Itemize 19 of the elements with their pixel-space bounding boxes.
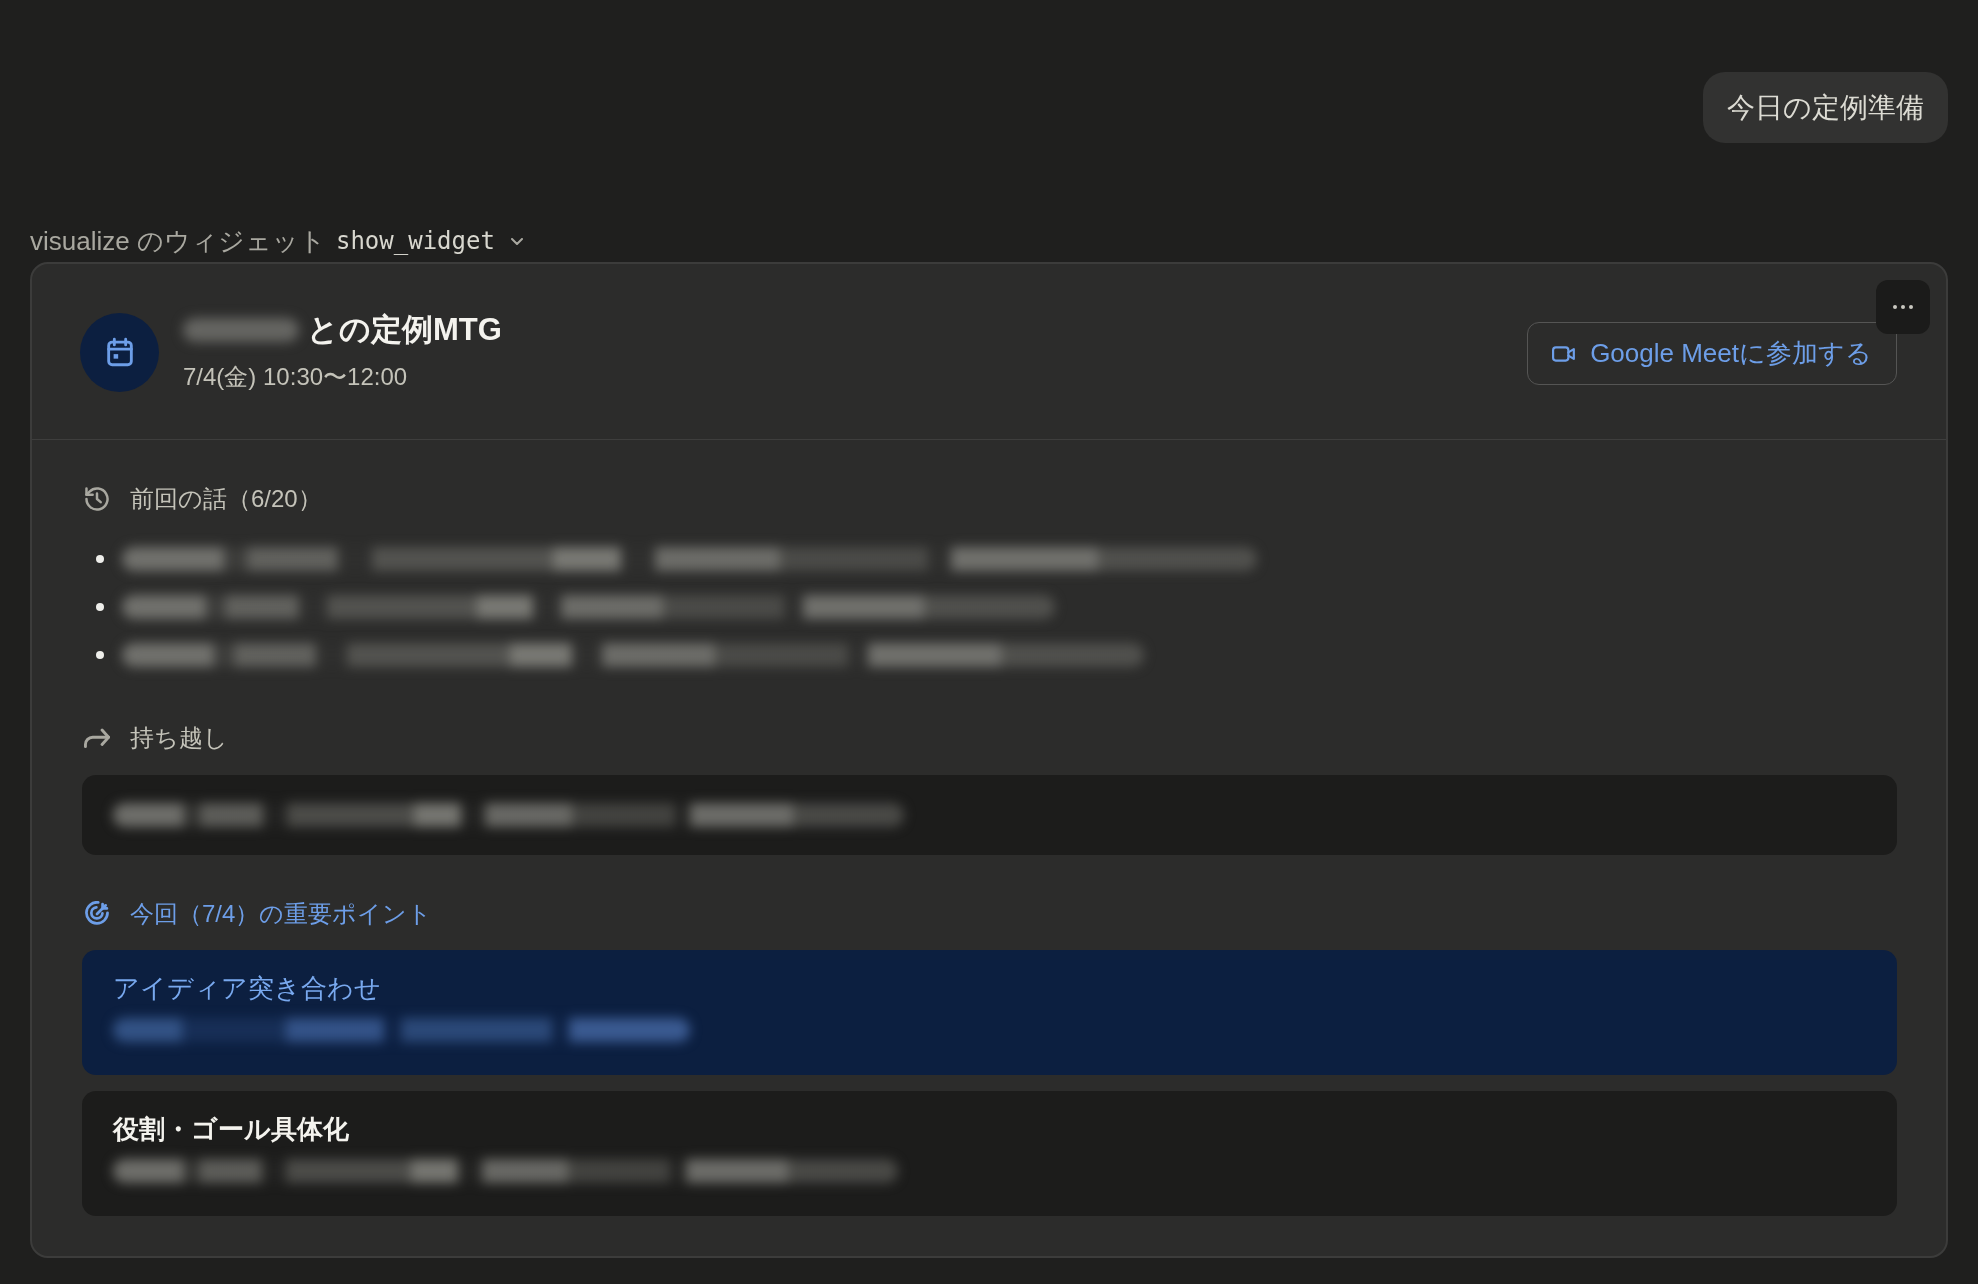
section-heading: 今回（7/4）の重要ポイント [130, 899, 433, 929]
section-heading: 持ち越し [130, 723, 228, 753]
meeting-datetime: 7/4(金) 10:30〜12:00 [183, 362, 408, 392]
bullet-icon [96, 555, 104, 563]
point-title: 役割・ゴール具体化 [113, 1113, 349, 1146]
target-icon [84, 901, 110, 927]
video-camera-icon [1552, 345, 1577, 362]
history-icon [84, 486, 110, 512]
bullet-icon [96, 651, 104, 659]
bullet-icon [96, 603, 104, 611]
section-heading: 前回の話（6/20） [130, 484, 322, 514]
tool-call-toggle[interactable]: visualize のウィジェット show_widget [30, 225, 523, 257]
more-button[interactable] [1876, 280, 1930, 334]
prompt-chip[interactable]: 今日の定例準備 [1703, 72, 1948, 143]
point-title: アイディア突き合わせ [113, 972, 381, 1005]
meeting-title: との定例MTG [307, 311, 502, 349]
more-icon [1893, 305, 1913, 309]
join-meeting-button[interactable]: Google Meetに参加する [1527, 322, 1897, 385]
chevron-down-icon [510, 237, 523, 245]
